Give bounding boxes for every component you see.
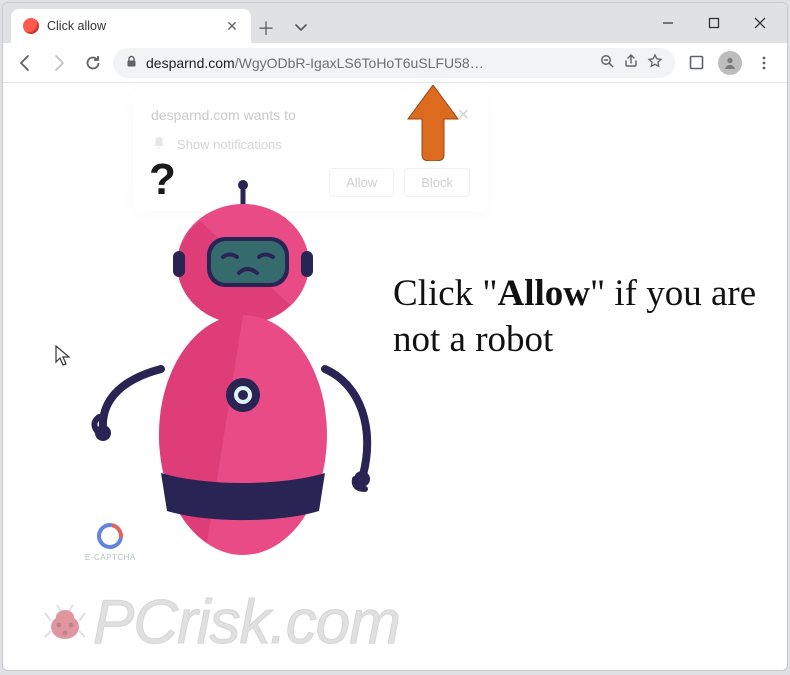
new-tab-button[interactable]: ＋ xyxy=(251,13,281,43)
maintext-allow: Allow xyxy=(498,273,591,314)
toolbar: desparnd.com/WgyODbR-IgaxLS6ToHoT6uSLFU5… xyxy=(3,43,787,83)
captcha-label: E-CAPTCHA xyxy=(85,553,136,562)
watermark-bug-icon xyxy=(43,603,87,643)
close-window-button[interactable] xyxy=(737,8,783,38)
maintext-quote-open: " xyxy=(482,273,497,314)
perm-popup-row: Show notifications xyxy=(177,137,282,152)
watermark-text: PCrisk.com xyxy=(93,587,400,658)
maintext-prefix: Click xyxy=(393,273,482,314)
bell-icon xyxy=(151,135,167,154)
minimize-button[interactable] xyxy=(645,8,691,38)
watermark: PCrisk.com xyxy=(43,587,400,658)
perm-popup-title: desparnd.com wants to xyxy=(151,107,296,123)
forward-button[interactable] xyxy=(45,49,73,77)
tab-favicon xyxy=(23,18,39,34)
page-content: desparnd.com wants to ✕ Show notificatio… xyxy=(3,83,787,670)
zoom-icon[interactable] xyxy=(599,53,615,72)
share-icon[interactable] xyxy=(623,53,639,72)
reload-button[interactable] xyxy=(79,49,107,77)
mouse-cursor-icon xyxy=(55,345,71,367)
titlebar: Click allow ✕ ＋ xyxy=(3,3,787,43)
profile-avatar[interactable] xyxy=(715,48,745,78)
extensions-icon[interactable] xyxy=(681,48,711,78)
main-instruction-text: Click "Allow" if you are not a robot xyxy=(393,271,763,364)
tab-close-icon[interactable]: ✕ xyxy=(223,18,241,35)
tab-title: Click allow xyxy=(47,19,215,33)
bookmark-star-icon[interactable] xyxy=(647,53,663,72)
browser-tab[interactable]: Click allow ✕ xyxy=(11,9,251,43)
menu-icon[interactable] xyxy=(749,48,779,78)
url-path: /WgyODbR-IgaxLS6ToHoT6uSLFU58… xyxy=(235,55,484,71)
captcha-badge: E-CAPTCHA xyxy=(85,523,136,562)
maximize-button[interactable] xyxy=(691,8,737,38)
browser-window: Click allow ✕ ＋ xyxy=(2,2,788,671)
toolbar-right xyxy=(681,48,779,78)
tabs-search-icon[interactable] xyxy=(281,13,321,43)
omnibox[interactable]: desparnd.com/WgyODbR-IgaxLS6ToHoT6uSLFU5… xyxy=(113,48,675,78)
lock-icon xyxy=(125,55,138,71)
block-button[interactable]: Block xyxy=(404,168,470,197)
back-button[interactable] xyxy=(11,49,39,77)
url-text: desparnd.com/WgyODbR-IgaxLS6ToHoT6uSLFU5… xyxy=(146,55,591,71)
maintext-quote-close: " xyxy=(590,273,605,314)
url-domain: desparnd.com xyxy=(146,55,235,71)
captcha-spinner-icon xyxy=(92,518,128,554)
pointer-arrow-graphic xyxy=(398,85,468,166)
window-controls xyxy=(645,3,787,43)
